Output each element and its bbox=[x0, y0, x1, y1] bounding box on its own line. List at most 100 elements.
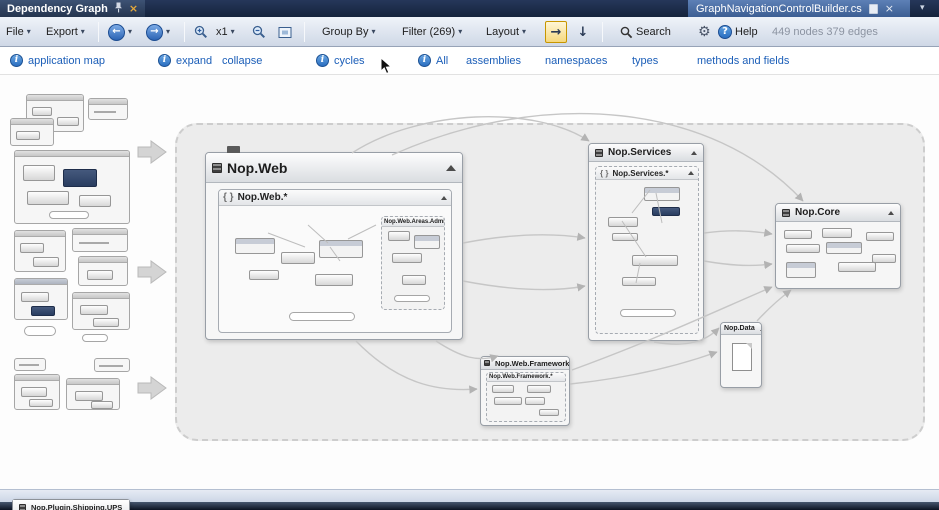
graph-node[interactable] bbox=[80, 305, 108, 315]
file-menu[interactable]: File ▾ bbox=[6, 17, 31, 47]
link-assemblies[interactable]: assemblies bbox=[466, 55, 521, 67]
graph-node[interactable] bbox=[394, 295, 430, 302]
graph-node[interactable] bbox=[315, 274, 353, 286]
thumbnail-group[interactable] bbox=[88, 98, 128, 120]
group-header[interactable]: { } Nop.Web.* bbox=[219, 190, 451, 206]
graph-node[interactable] bbox=[82, 334, 108, 342]
link-cycles[interactable]: cycles bbox=[334, 55, 365, 67]
collapse-icon[interactable] bbox=[691, 150, 697, 155]
graph-node[interactable] bbox=[16, 131, 40, 140]
group-nop-plugin-shipping-ups[interactable]: Nop.Plugin.Shipping.UPS UPSRate ▾ UPSTra… bbox=[12, 499, 130, 510]
link-collapse[interactable]: collapse bbox=[222, 55, 262, 67]
group-nop-web-namespaces[interactable]: { } Nop.Web.* Nop.Web.Areas.Admin.* bbox=[218, 189, 452, 333]
graph-node[interactable] bbox=[539, 409, 559, 416]
collapse-icon[interactable] bbox=[446, 164, 456, 171]
graph-node[interactable] bbox=[79, 195, 111, 207]
filter-dropdown[interactable]: Filter (269) ▾ bbox=[402, 17, 462, 47]
graph-node[interactable] bbox=[20, 243, 44, 253]
collapse-icon[interactable] bbox=[441, 195, 447, 200]
graph-node[interactable] bbox=[33, 257, 59, 267]
graph-node[interactable] bbox=[644, 187, 680, 201]
zoom-level-dropdown[interactable]: x1 ▾ bbox=[216, 17, 235, 47]
group-header[interactable]: { } Nop.Services.* bbox=[596, 167, 698, 180]
graph-node[interactable] bbox=[49, 211, 89, 219]
group-header[interactable]: Nop.Web.Areas.Admin.* bbox=[382, 217, 444, 227]
thumbnail-group[interactable] bbox=[14, 358, 46, 371]
group-header[interactable]: Nop.Plugin.Shipping.UPS bbox=[13, 500, 129, 510]
graph-node[interactable] bbox=[23, 165, 55, 181]
chevron-down-icon[interactable]: ▾ bbox=[920, 3, 925, 13]
back-button[interactable]: ← ▾ bbox=[108, 17, 132, 47]
group-nop-web[interactable]: Nop.Web { } Nop.Web.* Nop.Web.Areas.Admi bbox=[205, 152, 463, 340]
graph-node[interactable] bbox=[652, 207, 680, 216]
graph-node[interactable] bbox=[29, 399, 53, 407]
graph-node[interactable] bbox=[31, 306, 55, 316]
tab-dependency-graph[interactable]: Dependency Graph × bbox=[0, 0, 146, 17]
graph-node[interactable] bbox=[57, 117, 79, 126]
graph-node[interactable] bbox=[402, 275, 426, 285]
close-icon[interactable]: × bbox=[885, 3, 894, 14]
graph-node[interactable] bbox=[494, 397, 522, 405]
thumbnail-group[interactable] bbox=[14, 278, 68, 320]
graph-node[interactable] bbox=[822, 228, 852, 238]
thumbnail-group[interactable] bbox=[72, 228, 128, 252]
group-nop-web-framework[interactable]: Nop.Web.Framework Nop.Web.Framework.* bbox=[480, 356, 570, 426]
pin-icon[interactable] bbox=[114, 2, 123, 16]
group-header[interactable]: Nop.Web bbox=[206, 153, 462, 183]
graph-node[interactable] bbox=[32, 107, 52, 116]
graph-node[interactable] bbox=[63, 169, 97, 187]
graph-node[interactable] bbox=[525, 397, 545, 405]
chevron-down-icon[interactable]: ▾ bbox=[128, 28, 132, 36]
collapse-icon[interactable] bbox=[888, 210, 894, 215]
group-nop-services-namespaces[interactable]: { } Nop.Services.* bbox=[595, 166, 699, 334]
layout-top-to-bottom-button[interactable]: ↓ bbox=[572, 21, 594, 43]
group-header[interactable]: Nop.Web.Framework bbox=[481, 357, 569, 370]
graph-node[interactable] bbox=[786, 244, 820, 253]
thumbnail-group[interactable] bbox=[14, 374, 60, 410]
group-nop-data[interactable]: Nop.Data bbox=[720, 322, 762, 388]
zoom-in-button[interactable] bbox=[194, 17, 208, 47]
graph-node[interactable] bbox=[281, 252, 315, 264]
group-header[interactable]: Nop.Web.Framework.* bbox=[487, 373, 565, 382]
thumbnail-group[interactable] bbox=[10, 118, 54, 146]
thumbnail-group[interactable] bbox=[72, 292, 130, 330]
graph-node[interactable] bbox=[620, 309, 676, 317]
graph-node[interactable] bbox=[87, 270, 113, 280]
link-types[interactable]: types bbox=[632, 55, 658, 67]
graph-node[interactable] bbox=[786, 262, 816, 278]
graph-node[interactable] bbox=[632, 255, 678, 266]
thumbnail-group[interactable] bbox=[78, 256, 128, 286]
graph-node[interactable] bbox=[527, 385, 551, 393]
document-shape-icon[interactable] bbox=[732, 343, 752, 371]
group-nop-services[interactable]: Nop.Services { } Nop.Services.* bbox=[588, 143, 704, 341]
graph-node[interactable] bbox=[235, 238, 275, 254]
zoom-out-button[interactable] bbox=[252, 17, 266, 47]
graph-node[interactable] bbox=[249, 270, 279, 280]
thumbnail-group[interactable] bbox=[14, 230, 66, 272]
graph-node[interactable] bbox=[866, 232, 894, 241]
dependency-graph-canvas[interactable]: Nop.Web { } Nop.Web.* Nop.Web.Areas.Admi… bbox=[0, 75, 939, 510]
layout-left-to-right-button[interactable]: → bbox=[545, 21, 567, 43]
graph-node[interactable] bbox=[21, 387, 47, 397]
graph-node[interactable] bbox=[392, 253, 422, 263]
group-header[interactable]: Nop.Data bbox=[721, 323, 761, 335]
chevron-down-icon[interactable]: ▾ bbox=[166, 28, 170, 36]
export-menu[interactable]: Export ▾ bbox=[46, 17, 85, 47]
thumbnail-group[interactable] bbox=[94, 358, 130, 372]
graph-node[interactable] bbox=[838, 262, 876, 272]
graph-node[interactable] bbox=[492, 385, 514, 393]
thumbnail-group[interactable] bbox=[66, 378, 120, 410]
close-icon[interactable]: × bbox=[129, 3, 138, 14]
graph-node[interactable] bbox=[872, 254, 896, 263]
search-button[interactable]: Search bbox=[620, 17, 671, 47]
graph-node[interactable] bbox=[608, 217, 638, 227]
group-by-dropdown[interactable]: Group By ▾ bbox=[322, 17, 375, 47]
thumbnail-group[interactable] bbox=[14, 150, 130, 224]
link-application-map[interactable]: application map bbox=[28, 55, 105, 67]
layout-dropdown[interactable]: Layout ▾ bbox=[486, 17, 526, 47]
group-header[interactable]: Nop.Services bbox=[589, 144, 703, 162]
graph-node[interactable] bbox=[622, 277, 656, 286]
graph-node[interactable] bbox=[388, 231, 410, 241]
help-button[interactable]: ? Help bbox=[718, 17, 758, 47]
group-nop-web-framework-namespaces[interactable]: Nop.Web.Framework.* bbox=[486, 372, 566, 422]
